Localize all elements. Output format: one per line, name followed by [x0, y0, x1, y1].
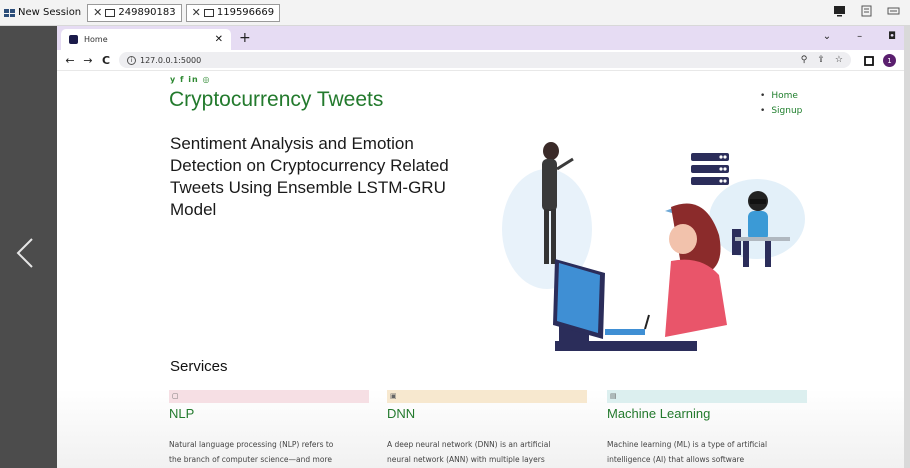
minimize-button[interactable]: – — [857, 31, 862, 42]
browser-window: Home ✕ + ⌄ – ◘ ← → C i 127.0.0.1:5000 ⚲ … — [57, 26, 904, 468]
info-icon[interactable]: i — [127, 55, 136, 65]
session-tab-1[interactable]: ✕ 249890183 — [87, 3, 182, 22]
sidebar-icon[interactable] — [864, 55, 874, 66]
reload-icon[interactable]: C — [97, 54, 115, 67]
service-icon-strip: ▣ — [387, 390, 587, 403]
session-actions — [833, 5, 900, 17]
window-controls: ⌄ – ◘ — [823, 31, 896, 42]
web-page: y f in ◎ Cryptocurrency Tweets Home Sign… — [57, 71, 904, 468]
service-name[interactable]: DNN — [387, 406, 587, 421]
favicon-icon — [69, 35, 78, 44]
session-right-panel — [904, 26, 910, 468]
monitor-icon — [203, 8, 214, 17]
service-description: A deep neural network (DNN) is an artifi… — [387, 437, 592, 467]
omnibox-actions: ⚲ ⇪ ☆ — [801, 55, 843, 65]
session-tab-label: 119596669 — [216, 7, 275, 18]
clipboard-icon[interactable] — [860, 5, 873, 17]
nav-link-signup[interactable]: Signup — [760, 104, 802, 119]
session-title[interactable]: New Session — [18, 7, 81, 18]
tab-title: Home — [84, 35, 108, 44]
site-title[interactable]: Cryptocurrency Tweets — [169, 88, 383, 112]
server-stack-icon — [691, 153, 729, 185]
service-description: Machine learning (ML) is a type of artif… — [607, 437, 812, 467]
restore-button[interactable]: ◘ — [888, 31, 896, 42]
profile-avatar-icon[interactable]: 1 — [883, 54, 896, 67]
hero-illustration — [502, 142, 805, 351]
close-icon[interactable]: ✕ — [192, 6, 201, 19]
service-card-dnn: ▣ DNN A deep neural network (DNN) is an … — [387, 390, 587, 467]
session-tab-label: 249890183 — [118, 7, 176, 18]
close-icon[interactable]: ✕ — [93, 6, 102, 19]
service-description-line: A deep neural network (DNN) is an artifi… — [387, 440, 551, 449]
service-description-line: Natural language processing (NLP) refers… — [169, 440, 334, 449]
url-input[interactable]: i 127.0.0.1:5000 ⚲ ⇪ ☆ — [119, 52, 851, 68]
services-heading: Services — [170, 358, 228, 375]
session-icon — [4, 8, 15, 17]
back-icon[interactable]: ← — [61, 54, 79, 67]
session-tab-2[interactable]: ✕ 119596669 — [185, 3, 281, 22]
service-description-line: Machine learning (ML) is a type of artif… — [607, 440, 768, 449]
share-icon[interactable]: ⇪ — [817, 55, 825, 65]
session-toolbar: New Session ✕ 249890183 ✕ 119596669 — [0, 0, 910, 26]
chevron-down-icon[interactable]: ⌄ — [823, 31, 831, 42]
chevron-left-icon[interactable] — [14, 236, 36, 270]
social-links[interactable]: y f in ◎ — [170, 75, 210, 84]
service-name[interactable]: NLP — [169, 406, 369, 421]
url-text: 127.0.0.1:5000 — [140, 55, 202, 65]
service-icon-strip: ▢ — [169, 390, 369, 403]
bookmark-star-icon[interactable]: ☆ — [835, 55, 843, 65]
service-description: Natural language processing (NLP) refers… — [169, 437, 374, 467]
close-icon[interactable]: ✕ — [215, 34, 223, 45]
service-card-machine-learning: ▤ Machine Learning Machine learning (ML)… — [607, 390, 807, 467]
service-description-line: neural network (ANN) with multiple layer… — [387, 455, 545, 464]
nav-link-home[interactable]: Home — [760, 89, 802, 104]
service-card-nlp: ▢ NLP Natural language processing (NLP) … — [169, 390, 369, 467]
service-icon-strip: ▤ — [607, 390, 807, 403]
service-description-line: the branch of computer science—and more — [169, 455, 332, 464]
extension-area: 1 — [864, 54, 896, 67]
tab-home[interactable]: Home ✕ — [61, 29, 231, 50]
screen-share-icon[interactable] — [833, 5, 846, 17]
new-tab-button[interactable]: + — [239, 30, 251, 46]
tab-strip: Home ✕ + ⌄ – ◘ — [57, 26, 904, 50]
hero-headline: Sentiment Analysis and Emotion Detection… — [170, 134, 449, 219]
service-name[interactable]: Machine Learning — [607, 406, 807, 421]
keyboard-icon[interactable] — [887, 5, 900, 17]
address-bar: ← → C i 127.0.0.1:5000 ⚲ ⇪ ☆ 1 — [57, 50, 904, 71]
zoom-icon[interactable]: ⚲ — [801, 55, 808, 65]
service-description-line: intelligence (AI) that allows software — [607, 455, 745, 464]
site-nav: Home Signup — [760, 89, 802, 119]
monitor-icon — [105, 8, 116, 17]
forward-icon[interactable]: → — [79, 54, 97, 67]
